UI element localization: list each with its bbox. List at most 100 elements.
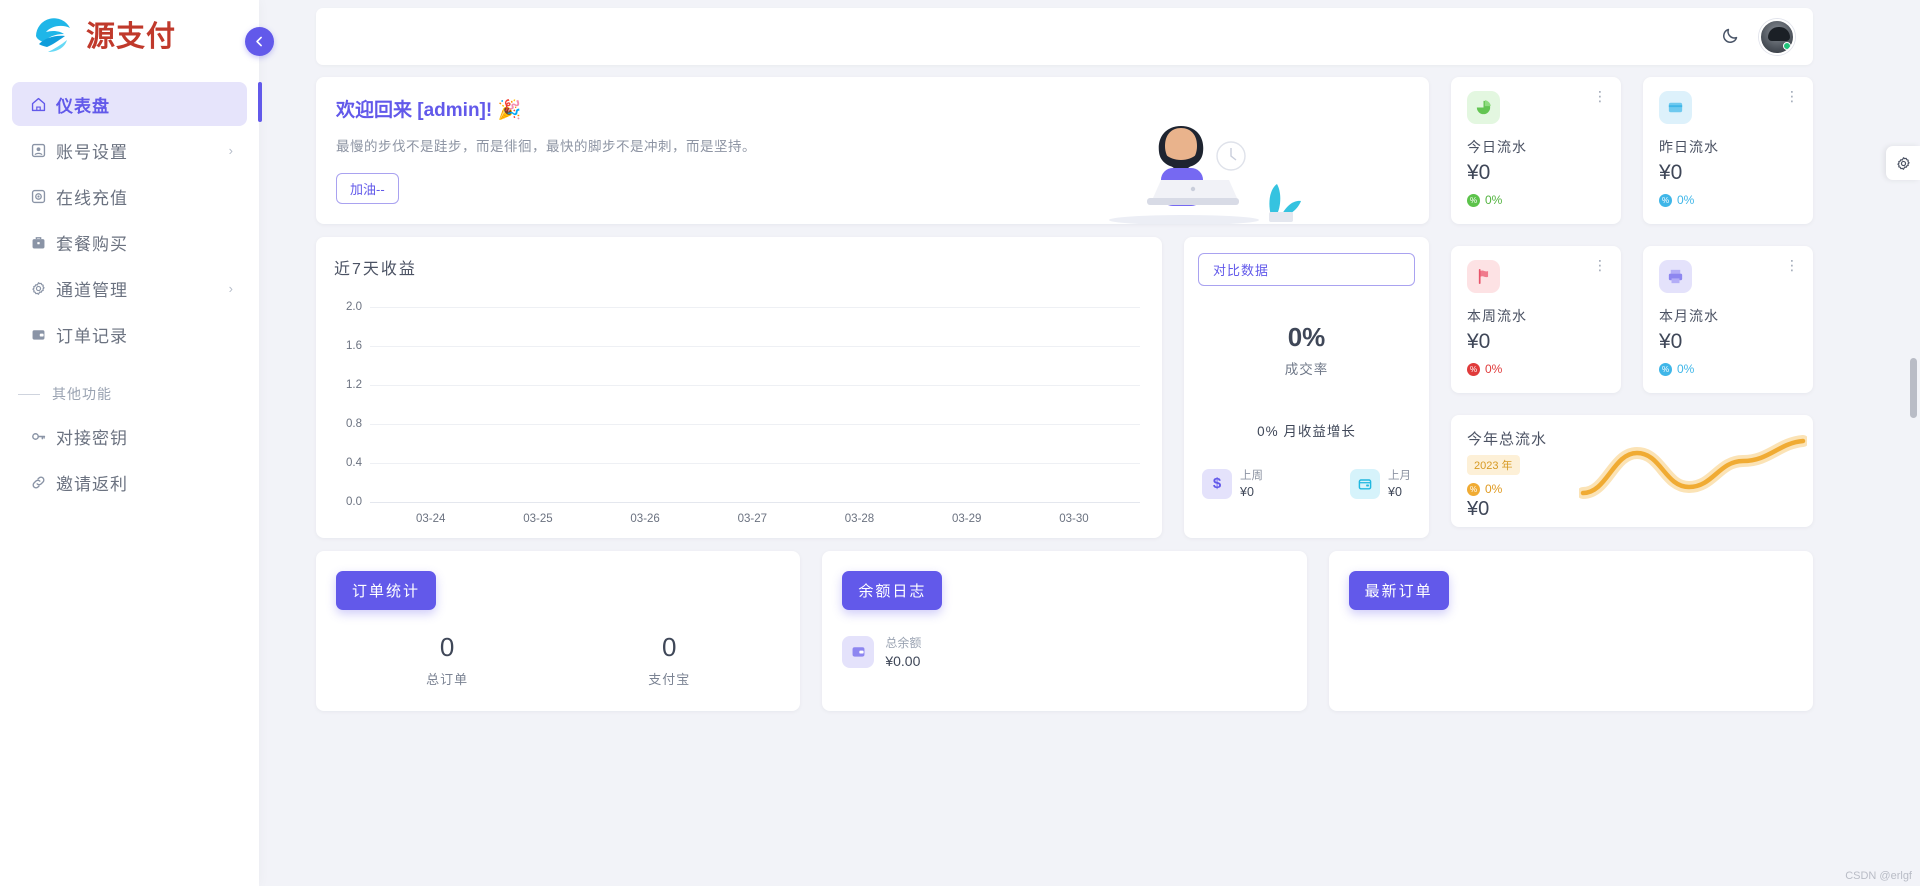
monthly-growth-text: 0% 月收益增长: [1257, 424, 1356, 439]
sidebar-item-label: 仪表盘: [56, 96, 110, 116]
last-month-value: ¥0: [1388, 484, 1402, 499]
chart-title: 近7天收益: [334, 261, 417, 278]
percent-badge-icon: %: [1467, 193, 1480, 207]
metric-label: 总订单: [426, 672, 469, 687]
stat-label: 本周流水: [1467, 308, 1527, 324]
sidebar-item-online-recharge[interactable]: 在线充值: [12, 174, 247, 218]
conversion-rate-label: 成交率: [1284, 362, 1329, 377]
sidebar-nav: 仪表盘 账号设置 › 在线充值 套餐购买 通道管理 › 订单记录 其他功能 对接…: [0, 72, 259, 504]
stat-card-yesterday: ⋮ 昨日流水 ¥0 % 0%: [1643, 77, 1813, 224]
right-column: ⋮ 今日流水 ¥0 % 0% ⋮ 昨日流水 ¥0 % 0% ⋮ 本周流水 ¥0 …: [1451, 77, 1813, 527]
y-tick-label: 1.2: [346, 379, 362, 391]
dashboard-root: 源支付 仪表盘 账号设置 › 在线充值 套餐购买 通道管理 › 订单记录 其他功…: [0, 0, 1920, 886]
sidebar-item-order-records[interactable]: 订单记录: [12, 312, 247, 356]
stat-value: ¥0: [1659, 330, 1683, 353]
man-at-desk-illustration-icon: [1089, 94, 1389, 224]
metric-value: 0: [661, 632, 677, 662]
total-balance-value: ¥0.00: [885, 653, 921, 669]
flag-icon: [1467, 260, 1500, 293]
chevron-left-icon: [256, 36, 262, 47]
x-tick-label: 03-29: [951, 513, 982, 525]
sidebar-item-package-purchase[interactable]: 套餐购买: [12, 220, 247, 264]
dashboard-grid: 欢迎回来 [admin]! 🎉 最慢的步伐不是跬步，而是徘徊，最快的脚步不是冲刺…: [316, 77, 1813, 538]
sidebar-item-label: 账号设置: [56, 142, 128, 162]
y-tick-label: 2.0: [346, 301, 362, 313]
watermark: CSDN @erlgf: [1845, 870, 1912, 882]
section-divider: [18, 393, 40, 395]
percent-badge-icon: %: [1467, 482, 1480, 496]
total-balance-row: 总余额 ¥0.00: [842, 634, 1286, 669]
brand-logo[interactable]: 源支付: [0, 0, 259, 72]
section-label: 其他功能: [52, 386, 112, 402]
x-tick-label: 03-26: [630, 513, 660, 525]
pie-chart-icon: [1467, 91, 1500, 124]
sidebar-item-label: 在线充值: [56, 188, 128, 208]
yearly-total-card: 今年总流水 2023 年 % 0% ¥0: [1451, 415, 1813, 527]
chevron-right-icon: ›: [228, 280, 233, 296]
topbar: [316, 8, 1813, 65]
latest-orders-title: 最新订单: [1348, 571, 1449, 610]
last-week-value: ¥0: [1240, 484, 1254, 499]
link-icon: [30, 474, 56, 491]
stat-label: 昨日流水: [1659, 139, 1719, 155]
avatar[interactable]: [1759, 18, 1795, 55]
stat-value: ¥0: [1467, 330, 1491, 353]
gridline: [370, 463, 1140, 464]
gridline: [370, 307, 1140, 308]
more-vertical-icon[interactable]: ⋮: [1593, 258, 1607, 272]
vertical-scrollbar[interactable]: [1910, 358, 1917, 418]
gear-icon: [1896, 156, 1910, 170]
period-comparison-row: $ 上周 ¥0 上月 ¥0: [1198, 468, 1415, 500]
sidebar-item-label: 套餐购买: [56, 234, 128, 254]
latest-orders-card: 最新订单: [1328, 551, 1813, 711]
last-month-label: 上月: [1388, 470, 1411, 482]
sidebar-item-channel-management[interactable]: 通道管理 ›: [12, 266, 247, 310]
more-vertical-icon[interactable]: ⋮: [1785, 258, 1799, 272]
sidebar-item-dashboard[interactable]: 仪表盘: [12, 82, 247, 126]
main-content: 欢迎回来 [admin]! 🎉 最慢的步伐不是跬步，而是徘徊，最快的脚步不是冲刺…: [259, 0, 1920, 886]
balance-log-card: 余额日志 总余额 ¥0.00: [822, 551, 1307, 711]
conversion-rate-panel: 对比数据 0% 成交率 0% 月收益增长 $ 上周 ¥0 上月 ¥0: [1184, 237, 1429, 538]
stat-cards: ⋮ 今日流水 ¥0 % 0% ⋮ 昨日流水 ¥0 % 0% ⋮ 本周流水 ¥0 …: [1451, 77, 1813, 393]
moon-icon[interactable]: [1721, 25, 1741, 49]
axis-baseline: [370, 502, 1140, 503]
briefcase-icon: [30, 234, 56, 251]
more-vertical-icon[interactable]: ⋮: [1785, 89, 1799, 103]
x-tick-label: 03-24: [416, 513, 446, 525]
percent-badge-icon: %: [1659, 193, 1672, 207]
percent-badge-icon: %: [1467, 362, 1480, 376]
chevron-right-icon: ›: [228, 142, 233, 158]
sidebar-item-api-key[interactable]: 对接密钥: [12, 414, 247, 458]
sidebar-collapse-button[interactable]: [245, 27, 274, 56]
calendar-wallet-icon: [1350, 468, 1380, 499]
welcome-card: 欢迎回来 [admin]! 🎉 最慢的步伐不是跬步，而是徘徊，最快的脚步不是冲刺…: [316, 77, 1429, 224]
compare-data-button[interactable]: 对比数据: [1198, 253, 1415, 286]
sidebar-item-label: 对接密钥: [56, 428, 128, 448]
metric-label: 支付宝: [648, 672, 691, 687]
cheer-button[interactable]: 加油--: [336, 172, 399, 204]
stat-delta: % 0%: [1467, 362, 1605, 376]
home-icon: [30, 96, 56, 113]
left-column: 欢迎回来 [admin]! 🎉 最慢的步伐不是跬步，而是徘徊，最快的脚步不是冲刺…: [316, 77, 1429, 538]
stat-value: ¥0: [1659, 161, 1683, 184]
gridline: [370, 385, 1140, 386]
wallet-icon: [30, 326, 56, 343]
sidebar-item-label: 邀请返利: [56, 474, 128, 494]
order-stats-title: 订单统计: [336, 571, 437, 610]
welcome-quote: 最慢的步伐不是跬步，而是徘徊，最快的脚步不是冲刺，而是坚持。: [336, 139, 756, 154]
sidebar-section-other: 其他功能: [12, 358, 247, 414]
more-vertical-icon[interactable]: ⋮: [1593, 89, 1607, 103]
active-indicator-bar: [258, 82, 262, 122]
x-tick-label: 03-25: [523, 513, 553, 525]
scrollbar-track[interactable]: [1910, 0, 1917, 886]
last-month-metric: 上月 ¥0: [1350, 468, 1411, 500]
metric-value: 0: [439, 632, 455, 662]
y-tick-label: 0.0: [346, 496, 362, 508]
stat-label: 本月流水: [1659, 308, 1719, 324]
sidebar-item-invite-rebate[interactable]: 邀请返利: [12, 460, 247, 504]
stat-delta-value: 0%: [1677, 362, 1695, 376]
printer-icon: [1659, 260, 1692, 293]
sidebar-item-account-settings[interactable]: 账号设置 ›: [12, 128, 247, 172]
stat-delta-value: 0%: [1485, 193, 1503, 207]
order-stats-card: 订单统计 0 总订单 0 支付宝: [316, 551, 801, 711]
